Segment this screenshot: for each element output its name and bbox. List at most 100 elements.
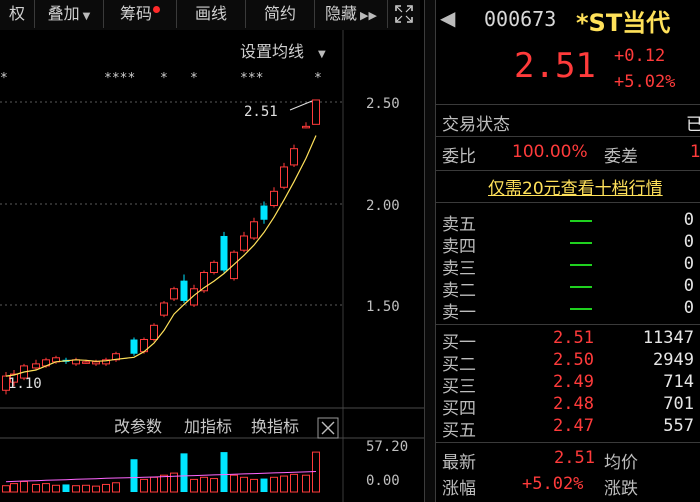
candle-body (260, 205, 268, 220)
change-pct-value: +5.02% (522, 474, 584, 494)
volume-bar (260, 478, 268, 492)
volume-bar (20, 481, 28, 493)
buy-volume: 557 (663, 416, 694, 436)
volume-tick: 0.00 (366, 473, 400, 489)
empty-price-dash (570, 264, 592, 266)
buy-level-label: 买五 (442, 421, 476, 441)
volume-bar (2, 485, 10, 493)
order-book-row-buy5: 买五 2.47 557 (436, 416, 700, 441)
change-amount-label: 涨跌 (604, 479, 638, 499)
fullscreen-button[interactable] (388, 0, 420, 28)
order-book-row-buy3: 买三 2.49 714 (436, 372, 700, 397)
empty-price-dash (570, 220, 592, 222)
volume-bar (250, 478, 258, 493)
volume-bar (280, 475, 288, 493)
toolbar-button-rights[interactable]: 权 (0, 0, 35, 28)
order-book-row-sell4: 卖四 0 (436, 232, 700, 257)
kline-chart[interactable]: * **** * * *** * 设置均线 ▼ 2.50 2.00 1.50 2.51 1… (0, 30, 424, 502)
low-price-label: 1.10 (8, 376, 42, 392)
ma-settings-link[interactable]: 设置均线 (240, 42, 304, 61)
event-marker-icon: **** (104, 71, 135, 86)
toolbar-label: 筹码 (119, 4, 152, 23)
ten-level-promo-link[interactable]: 仅需20元查看十档行情 (488, 174, 663, 199)
empty-price-dash (570, 242, 592, 244)
volume-bar (112, 482, 120, 493)
candle-body (92, 361, 100, 365)
toolbar-button-simple[interactable]: 简约 (246, 0, 315, 28)
candle-body (220, 235, 228, 271)
high-price-label: 2.51 (244, 104, 278, 120)
volume-bar (150, 476, 158, 493)
sell-volume: 0 (683, 210, 694, 230)
volume-bar (140, 478, 148, 493)
latest-label: 最新 (442, 453, 476, 473)
sell-volume: 0 (683, 276, 694, 296)
event-marker-icon: * (0, 71, 8, 86)
event-marker-icon: * (190, 71, 198, 86)
volume-bar (210, 478, 218, 493)
volume-bar (92, 485, 100, 493)
volume-bar (180, 453, 188, 492)
stock-name: *ST当代 (576, 9, 671, 37)
volume-bar (200, 476, 208, 493)
price-tick: 2.50 (366, 96, 400, 112)
volume-bar (52, 484, 60, 493)
candle-body (270, 190, 278, 207)
close-indicator-button[interactable] (317, 417, 339, 439)
sell-volume: 0 (683, 298, 694, 318)
indicator-tab-switch[interactable]: 换指标 (251, 417, 299, 436)
buy-price: 2.51 (553, 328, 594, 348)
price-change: +0.12 (614, 46, 666, 66)
volume-bar (32, 483, 40, 493)
volume-bar (62, 484, 70, 492)
volume-bar (290, 473, 298, 493)
toolbar-button-hide[interactable]: 隐藏 ▶▶ (315, 0, 388, 28)
toolbar-button-chips[interactable]: 筹码 (104, 0, 177, 28)
order-book-row-buy4: 买四 2.48 701 (436, 394, 700, 419)
order-ratio-label: 委比 (442, 147, 476, 167)
buy-price: 2.47 (553, 416, 594, 436)
chevron-down-icon: ▼ (318, 49, 326, 60)
candle-body (230, 251, 238, 280)
toolbar-button-draw[interactable]: 画线 (177, 0, 246, 28)
volume-bar (130, 459, 138, 492)
toolbar-label: 权 (8, 4, 25, 23)
volume-bar (72, 485, 80, 493)
candle-body (32, 363, 40, 369)
volume-bar (230, 474, 238, 493)
order-book-row-buy1: 买一 2.51 11347 (436, 328, 700, 353)
order-diff-value: 1 (690, 142, 700, 162)
indicator-tab-add[interactable]: 加指标 (184, 417, 232, 436)
volume-bar (102, 483, 110, 493)
prev-stock-button[interactable]: ◀ (440, 6, 455, 30)
indicator-tab-params[interactable]: 改参数 (114, 417, 162, 436)
buy-volume: 2949 (653, 350, 694, 370)
order-book-row-sell1: 卖一 0 (436, 298, 700, 323)
toolbar-button-overlay[interactable]: 叠加 ▼ (35, 0, 104, 28)
sell-volume: 0 (683, 232, 694, 252)
buy-volume: 11347 (642, 328, 694, 348)
candle-body (240, 235, 248, 251)
candle-body (312, 99, 320, 125)
toolbar-label: 简约 (263, 4, 296, 23)
buy-volume: 701 (663, 394, 694, 414)
panel-divider[interactable] (424, 0, 436, 502)
toolbar-label: 隐藏 (325, 4, 358, 23)
candle-body (280, 166, 288, 188)
volume-bar (302, 474, 310, 493)
candle-body (250, 221, 258, 239)
double-chevron-right-icon: ▶▶ (360, 9, 377, 22)
candle-body (302, 125, 310, 129)
order-book-row-buy2: 买二 2.50 2949 (436, 350, 700, 375)
chevron-left-icon: ◀ (440, 6, 456, 30)
volume-bar (42, 483, 50, 493)
volume-bar (160, 474, 168, 493)
current-price: 2.51 (514, 46, 596, 86)
volume-bar (240, 476, 248, 493)
moving-average-line (5, 135, 317, 377)
volume-bar (220, 452, 228, 492)
toolbar-label: 叠加 (47, 4, 80, 23)
event-marker-icon: * (314, 71, 322, 86)
sell-volume: 0 (683, 254, 694, 274)
chart-toolbar: 权 叠加 ▼ 筹码 画线 简约 隐藏 ▶▶ (0, 0, 420, 30)
